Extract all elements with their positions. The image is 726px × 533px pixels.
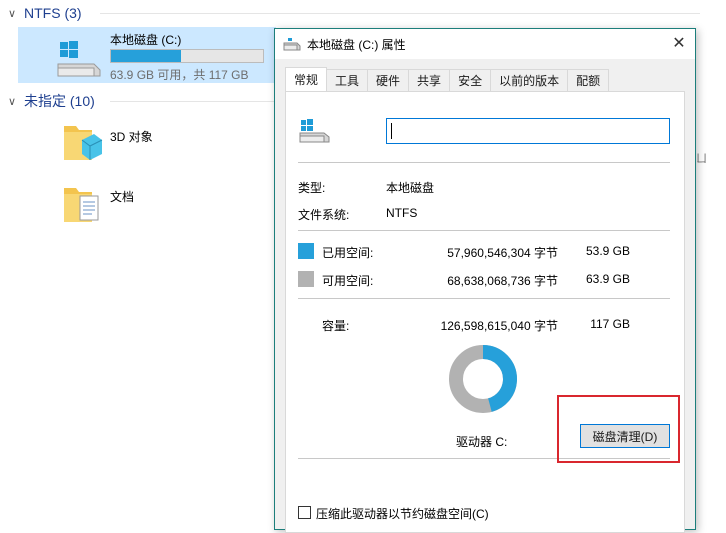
tab-previous-versions[interactable]: 以前的版本 (490, 69, 569, 91)
drive-usage-bar (110, 49, 264, 63)
item-label-documents[interactable]: 文档 (110, 188, 134, 205)
separator (298, 230, 670, 231)
compress-label: 压缩此驱动器以节约磁盘空间(C) (316, 507, 489, 521)
capacity-label: 容量: (322, 319, 350, 333)
tab-security[interactable]: 安全 (449, 69, 492, 91)
group-title-unspecified: 未指定 (10) (24, 93, 95, 109)
close-icon[interactable]: ✕ (669, 34, 689, 54)
documents-folder-icon[interactable] (62, 182, 104, 226)
type-label: 类型: (298, 181, 326, 195)
tab-hardware[interactable]: 硬件 (367, 69, 410, 91)
free-space-size: 63.9 GB (585, 272, 630, 286)
used-space-label: 已用空间: (322, 246, 374, 260)
used-space-size: 53.9 GB (585, 244, 630, 258)
tab-sharing[interactable]: 共享 (408, 69, 451, 91)
capacity-bytes: 126,598,615,040 字节 (440, 319, 558, 333)
item-label-3d-objects[interactable]: 3D 对象 (110, 128, 153, 145)
drive-free-text: 63.9 GB 可用，共 117 GB (110, 68, 249, 82)
drive-usage-fill (111, 50, 181, 62)
group-header-ntfs[interactable]: ∨ NTFS (3) (8, 2, 82, 24)
chevron-down-icon: ∨ (8, 7, 17, 20)
capacity-size: 117 GB (590, 317, 630, 331)
drive-letter-label: 驱动器 C: (456, 435, 508, 449)
tab-tools[interactable]: 工具 (326, 69, 369, 91)
drive-icon (283, 38, 301, 51)
compress-checkbox[interactable] (298, 506, 311, 519)
separator (298, 298, 670, 299)
tab-quota[interactable]: 配额 (567, 69, 610, 91)
free-space-label: 可用空间: (322, 274, 374, 288)
hard-drive-icon (57, 41, 101, 77)
chevron-down-icon: ∨ (8, 95, 17, 108)
group-title-ntfs: NTFS (3) (24, 5, 82, 21)
used-space-bytes: 57,960,546,304 字节 (447, 246, 558, 260)
dialog-titlebar[interactable]: 本地磁盘 (C:) 属性 ✕ (275, 29, 695, 59)
volume-name-input[interactable] (386, 118, 670, 144)
tab-strip: 常规 工具 硬件 共享 安全 以前的版本 配额 (285, 67, 610, 91)
usage-donut-chart (449, 345, 517, 413)
dialog-title: 本地磁盘 (C:) 属性 (307, 37, 406, 52)
filesystem-value: NTFS (386, 206, 418, 220)
tab-general[interactable]: 常规 (285, 67, 328, 91)
group-divider (100, 13, 700, 14)
background-text-fragment: ㄩ (696, 153, 707, 165)
type-value: 本地磁盘 (386, 181, 435, 195)
group-header-unspecified[interactable]: ∨ 未指定 (10) (8, 90, 95, 112)
group-divider (110, 101, 276, 102)
drive-name: 本地磁盘 (C:) (110, 33, 182, 47)
free-space-swatch (298, 271, 314, 287)
free-space-bytes: 68,638,068,736 字节 (447, 274, 558, 288)
highlight-box (557, 395, 680, 463)
hard-drive-icon (299, 119, 330, 143)
filesystem-label: 文件系统: (298, 208, 350, 222)
3d-objects-folder-icon[interactable] (62, 120, 104, 164)
text-caret (391, 123, 392, 139)
used-space-swatch (298, 243, 314, 259)
separator (298, 162, 670, 163)
general-tab-panel: 类型: 本地磁盘 文件系统: NTFS 已用空间: 57,960,546,304… (285, 91, 685, 533)
